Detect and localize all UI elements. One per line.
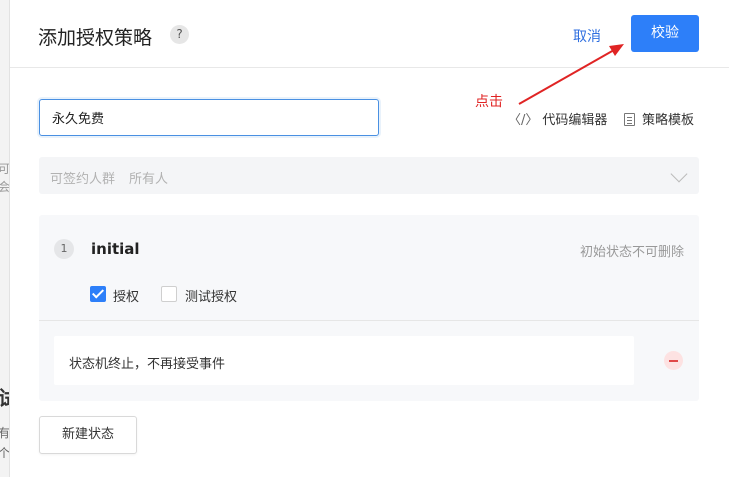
checkbox-test-auth[interactable] [161, 286, 177, 302]
help-icon[interactable]: ? [170, 25, 189, 44]
chevron-down-icon [670, 165, 688, 183]
code-editor-link[interactable]: 〈/〉 代码编辑器 [508, 109, 607, 128]
code-icon: 〈/〉 [508, 113, 539, 128]
state-name: initial [91, 240, 140, 258]
document-icon [624, 113, 635, 126]
code-editor-label: 代码编辑器 [542, 113, 608, 128]
annotation-label: 点击 [475, 94, 503, 110]
page-title: 添加授权策略 [38, 27, 153, 49]
remove-icon[interactable] [664, 351, 683, 370]
background-text: 会 [0, 178, 9, 195]
signer-value: 所有人 [129, 172, 169, 187]
policy-template-label: 策略模板 [642, 113, 695, 128]
state-hint: 初始状态不可删除 [579, 245, 684, 260]
policy-template-link[interactable]: 策略模板 [624, 109, 694, 128]
policy-name-input[interactable] [39, 99, 379, 136]
terminal-event-box: 状态机终止，不再接受事件 [54, 336, 634, 385]
cancel-button[interactable]: 取消 [573, 26, 601, 46]
checkbox-auth-label[interactable]: 授权 [113, 286, 139, 305]
checkbox-auth[interactable] [90, 286, 106, 302]
state-index-badge: 1 [54, 239, 74, 259]
new-state-button[interactable]: 新建状态 [39, 416, 137, 454]
background-text: 个 [0, 444, 9, 461]
divider [39, 320, 699, 321]
background-page: 可 会 试 有 个 [0, 0, 10, 477]
checkbox-test-auth-label[interactable]: 测试授权 [185, 286, 237, 305]
drawer-header: 添加授权策略 ? 取消 校验 [10, 0, 729, 68]
terminal-event-text: 状态机终止，不再接受事件 [69, 357, 226, 372]
background-text: 可 [0, 160, 9, 177]
state-card: 1 initial 初始状态不可删除 授权 测试授权 状态机终止，不再接受事件 [39, 215, 699, 401]
verify-button[interactable]: 校验 [631, 15, 699, 52]
background-text: 试 [0, 382, 9, 411]
signer-select[interactable]: 可签约人群 所有人 [39, 157, 699, 194]
signer-label: 可签约人群 [50, 172, 116, 187]
background-text: 有 [0, 424, 9, 441]
